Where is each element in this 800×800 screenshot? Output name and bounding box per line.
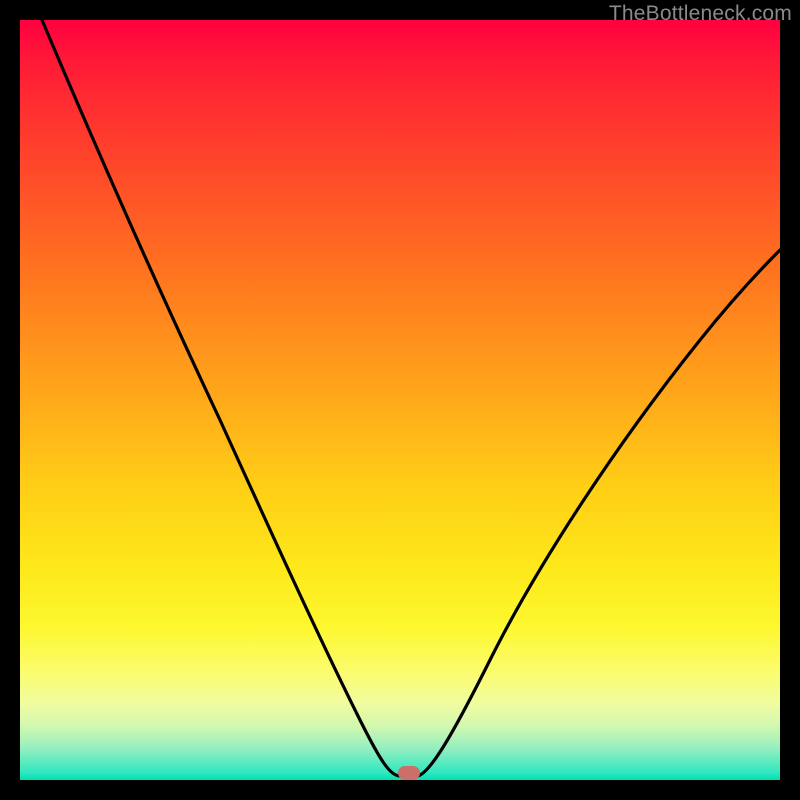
optimal-marker <box>398 766 420 780</box>
chart-frame: TheBottleneck.com <box>0 0 800 800</box>
watermark-text: TheBottleneck.com <box>609 2 792 26</box>
bottleneck-curve <box>20 20 780 780</box>
